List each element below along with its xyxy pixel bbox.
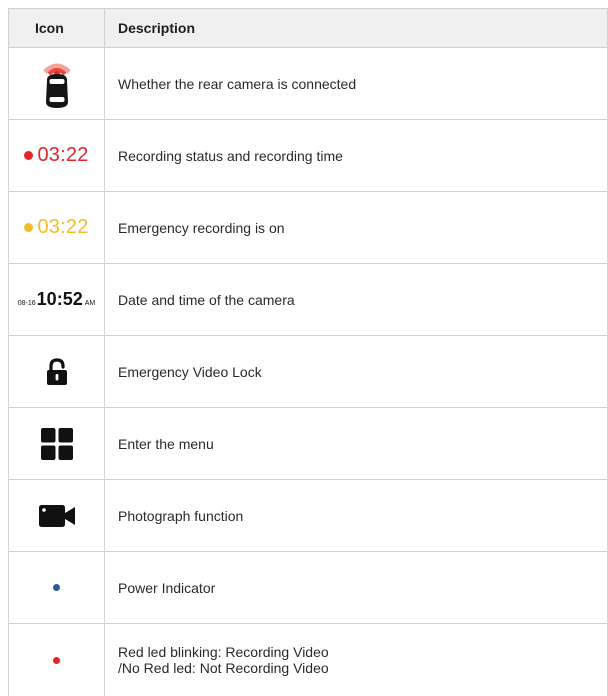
- ampm-text: AM: [84, 300, 96, 307]
- icon-cell: [9, 336, 105, 407]
- row-description: Red led blinking: Recording Video /No Re…: [118, 644, 329, 676]
- row-description: Emergency recording is on: [118, 219, 285, 236]
- grid-menu-icon: [40, 427, 73, 460]
- table-row: Enter the menu: [9, 408, 607, 480]
- row-description: Date and time of the camera: [118, 291, 295, 308]
- column-header-icon: Icon: [9, 9, 105, 47]
- row-description: Whether the rear camera is connected: [118, 75, 357, 92]
- table-header: Icon Description: [9, 8, 607, 48]
- recording-time-indicator: 03:22: [24, 144, 88, 167]
- table-row: 03:22 Recording status and recording tim…: [9, 120, 607, 192]
- icon-cell: [9, 552, 105, 623]
- camera-icon: [38, 504, 75, 527]
- column-header-description: Description: [118, 20, 196, 36]
- recording-time: 03:22: [37, 144, 89, 166]
- icon-cell: [9, 48, 105, 119]
- icon-cell: [9, 480, 105, 551]
- date-text: 08-16: [17, 300, 36, 307]
- icon-cell: [9, 624, 105, 696]
- icon-cell: [9, 408, 105, 479]
- table-row: Emergency Video Lock: [9, 336, 607, 408]
- icon-cell: 03:22: [9, 120, 105, 191]
- row-description: Emergency Video Lock: [118, 363, 262, 380]
- row-description: Enter the menu: [118, 435, 214, 452]
- icon-cell: 03:22: [9, 192, 105, 263]
- emergency-dot-icon: [24, 223, 34, 232]
- row-description: Recording status and recording time: [118, 147, 343, 164]
- rear-camera-car-icon: [42, 63, 71, 108]
- emergency-recording-time: 03:22: [37, 216, 89, 238]
- date-time-display: 08-16 10:52 AM: [18, 289, 95, 310]
- icon-description-table: Icon Description Whether the rear camera…: [8, 8, 608, 696]
- table-row: Red led blinking: Recording Video /No Re…: [9, 624, 607, 696]
- row-description: Power Indicator: [118, 579, 216, 596]
- recording-dot-icon: [24, 151, 34, 160]
- icon-cell: 08-16 10:52 AM: [9, 264, 105, 335]
- table-row: Power Indicator: [9, 552, 607, 624]
- emergency-recording-indicator: 03:22: [24, 216, 88, 239]
- time-text: 10:52: [36, 289, 83, 309]
- blue-dot-icon: [53, 584, 60, 591]
- table-row: Photograph function: [9, 480, 607, 552]
- table-row: 08-16 10:52 AM Date and time of the came…: [9, 264, 607, 336]
- row-description: Photograph function: [118, 507, 244, 524]
- red-dot-icon: [53, 656, 60, 664]
- padlock-icon: [46, 357, 67, 385]
- table-row: Whether the rear camera is connected: [9, 48, 607, 120]
- table-row: 03:22 Emergency recording is on: [9, 192, 607, 264]
